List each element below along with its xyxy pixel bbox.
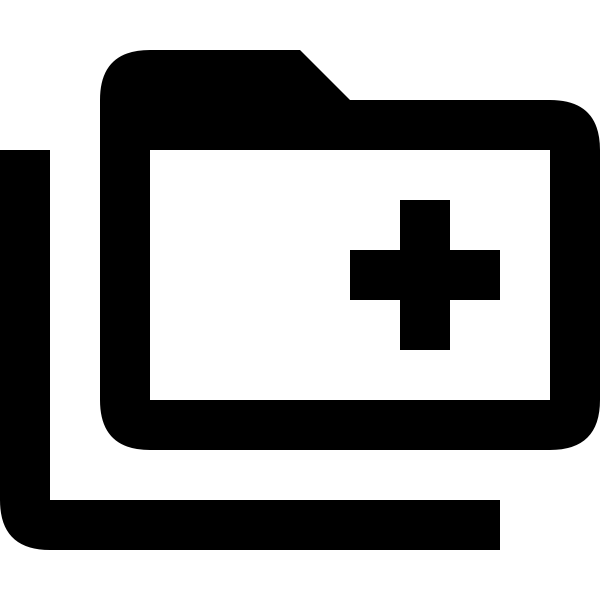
- icon-canvas: [0, 0, 600, 600]
- create-new-folder-stacked-icon: [0, 50, 600, 550]
- plus-icon: [350, 200, 500, 350]
